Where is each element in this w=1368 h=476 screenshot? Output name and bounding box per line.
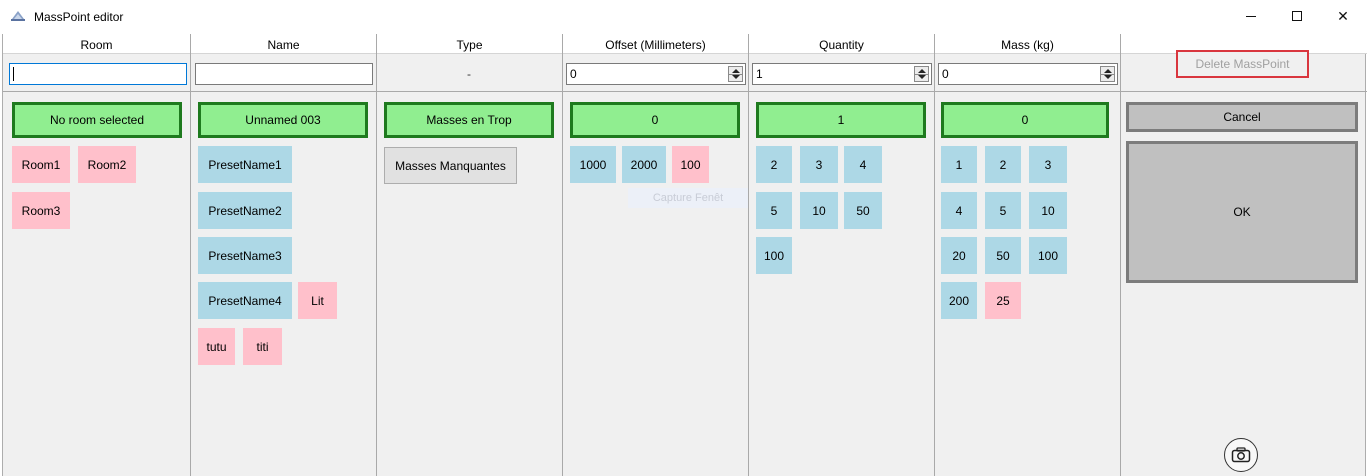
quantity-option[interactable]: 4 [844, 146, 882, 183]
room-option[interactable]: Room3 [12, 192, 70, 229]
camera-icon[interactable] [1224, 438, 1258, 472]
header-room: Room [80, 38, 113, 52]
quantity-option[interactable]: 100 [756, 237, 792, 274]
spin-up-icon[interactable] [732, 69, 740, 73]
offset-option[interactable]: 100 [672, 146, 709, 183]
quantity-option[interactable]: 3 [800, 146, 838, 183]
column-divider [562, 34, 563, 476]
selected-type-button[interactable]: Masses en Trop [384, 102, 554, 138]
quantity-option[interactable]: 5 [756, 192, 792, 229]
mass-option[interactable]: 1 [941, 146, 977, 183]
header-quantity: Quantity [819, 38, 864, 52]
room-option[interactable]: Room2 [78, 146, 136, 183]
selected-offset-button[interactable]: 0 [570, 102, 740, 138]
type-option[interactable]: Masses Manquantes [384, 147, 517, 184]
mass-option[interactable]: 2 [985, 146, 1021, 183]
mass-option[interactable]: 100 [1029, 237, 1067, 274]
maximize-icon[interactable] [1274, 0, 1320, 32]
mass-option[interactable]: 4 [941, 192, 977, 229]
column-divider [934, 34, 935, 476]
offset-option[interactable]: 1000 [570, 146, 616, 183]
selected-quantity-button[interactable]: 1 [756, 102, 926, 138]
mass-option[interactable]: 25 [985, 282, 1021, 319]
spin-up-icon[interactable] [918, 69, 926, 73]
spin-down-icon[interactable] [918, 75, 926, 79]
room-filter-input[interactable] [9, 63, 187, 85]
mass-value: 0 [942, 67, 949, 81]
selected-mass-button[interactable]: 0 [941, 102, 1109, 138]
spin-down-icon[interactable] [732, 75, 740, 79]
offset-option[interactable]: 2000 [622, 146, 666, 183]
header-type: Type [456, 38, 483, 52]
column-divider [190, 34, 191, 476]
camera-glyph [1231, 447, 1251, 463]
close-icon[interactable]: ✕ [1320, 0, 1366, 32]
mass-option[interactable]: 3 [1029, 146, 1067, 183]
mass-option[interactable]: 10 [1029, 192, 1067, 229]
ok-button[interactable]: OK [1126, 141, 1358, 283]
type-filter-value: - [467, 67, 471, 81]
mass-option[interactable]: 50 [985, 237, 1021, 274]
selected-room-button[interactable]: No room selected [12, 102, 182, 138]
selected-name-button[interactable]: Unnamed 003 [198, 102, 368, 138]
offset-numeric-input[interactable]: 0 [566, 63, 746, 85]
name-option[interactable]: PresetName4 [198, 282, 292, 319]
name-option[interactable]: PresetName1 [198, 146, 292, 183]
text-caret [13, 67, 14, 81]
header-name: Name [267, 38, 300, 52]
column-divider [376, 34, 377, 476]
delete-masspoint-button[interactable]: Delete MassPoint [1176, 50, 1309, 78]
mass-option[interactable]: 20 [941, 237, 977, 274]
quantity-numeric-input[interactable]: 1 [752, 63, 932, 85]
spin-up-icon[interactable] [1104, 69, 1112, 73]
name-option[interactable]: tutu [198, 328, 235, 365]
quantity-option[interactable]: 2 [756, 146, 792, 183]
offset-spinner[interactable] [728, 66, 743, 82]
cancel-button[interactable]: Cancel [1126, 102, 1358, 132]
mass-numeric-input[interactable]: 0 [938, 63, 1118, 85]
header-mass: Mass (kg) [1001, 38, 1054, 52]
header-offset: Offset (Millimeters) [605, 38, 706, 52]
column-divider [1120, 34, 1121, 476]
filter-row-divider [3, 91, 1367, 92]
mass-option[interactable]: 200 [941, 282, 977, 319]
spin-down-icon[interactable] [1104, 75, 1112, 79]
title-bar: MassPoint editor ✕ [0, 0, 1368, 34]
name-option[interactable]: PresetName3 [198, 237, 292, 274]
minimize-icon[interactable] [1228, 0, 1274, 32]
window-title: MassPoint editor [34, 10, 124, 24]
quantity-spinner[interactable] [914, 66, 929, 82]
capture-tooltip: Capture Fenêt [628, 188, 748, 208]
mass-option[interactable]: 5 [985, 192, 1021, 229]
quantity-value: 1 [756, 67, 763, 81]
name-filter-input[interactable] [195, 63, 373, 85]
quantity-option[interactable]: 50 [844, 192, 882, 229]
quantity-option[interactable]: 10 [800, 192, 838, 229]
offset-value: 0 [570, 67, 577, 81]
column-divider [748, 34, 749, 476]
room-option[interactable]: Room1 [12, 146, 70, 183]
name-option[interactable]: PresetName2 [198, 192, 292, 229]
name-option[interactable]: titi [243, 328, 282, 365]
name-option[interactable]: Lit [298, 282, 337, 319]
mass-spinner[interactable] [1100, 66, 1115, 82]
masspoint-app-icon [11, 11, 25, 21]
